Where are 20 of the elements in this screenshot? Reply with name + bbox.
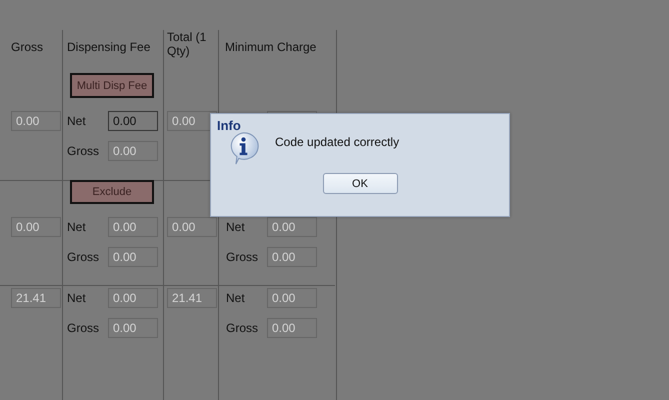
fee-button[interactable]: Exclude <box>70 180 154 204</box>
field-label: Net <box>226 220 246 234</box>
field-label: Gross <box>226 250 260 264</box>
input-field[interactable]: 0.00 <box>108 111 158 131</box>
fee-button[interactable]: Multi Disp Fee <box>70 73 154 98</box>
field-label: Net <box>67 114 87 128</box>
dialog-message: Code updated correctly <box>275 135 400 149</box>
field-label: Gross <box>67 144 100 158</box>
ok-button[interactable]: OK <box>322 173 398 194</box>
dialog-title: Info <box>217 118 241 133</box>
field-label: Gross <box>67 321 100 335</box>
column-header: Gross <box>11 40 44 54</box>
field-label: Net <box>67 220 87 234</box>
field-label: Net <box>67 291 87 305</box>
column-header: Dispensing Fee <box>67 40 150 54</box>
column-header: Total (1 Qty) <box>167 30 206 58</box>
field-label: Gross <box>226 321 260 335</box>
column-header: Minimum Charge <box>225 40 316 54</box>
field-label: Net <box>226 291 246 305</box>
field-label: Gross <box>67 250 100 264</box>
